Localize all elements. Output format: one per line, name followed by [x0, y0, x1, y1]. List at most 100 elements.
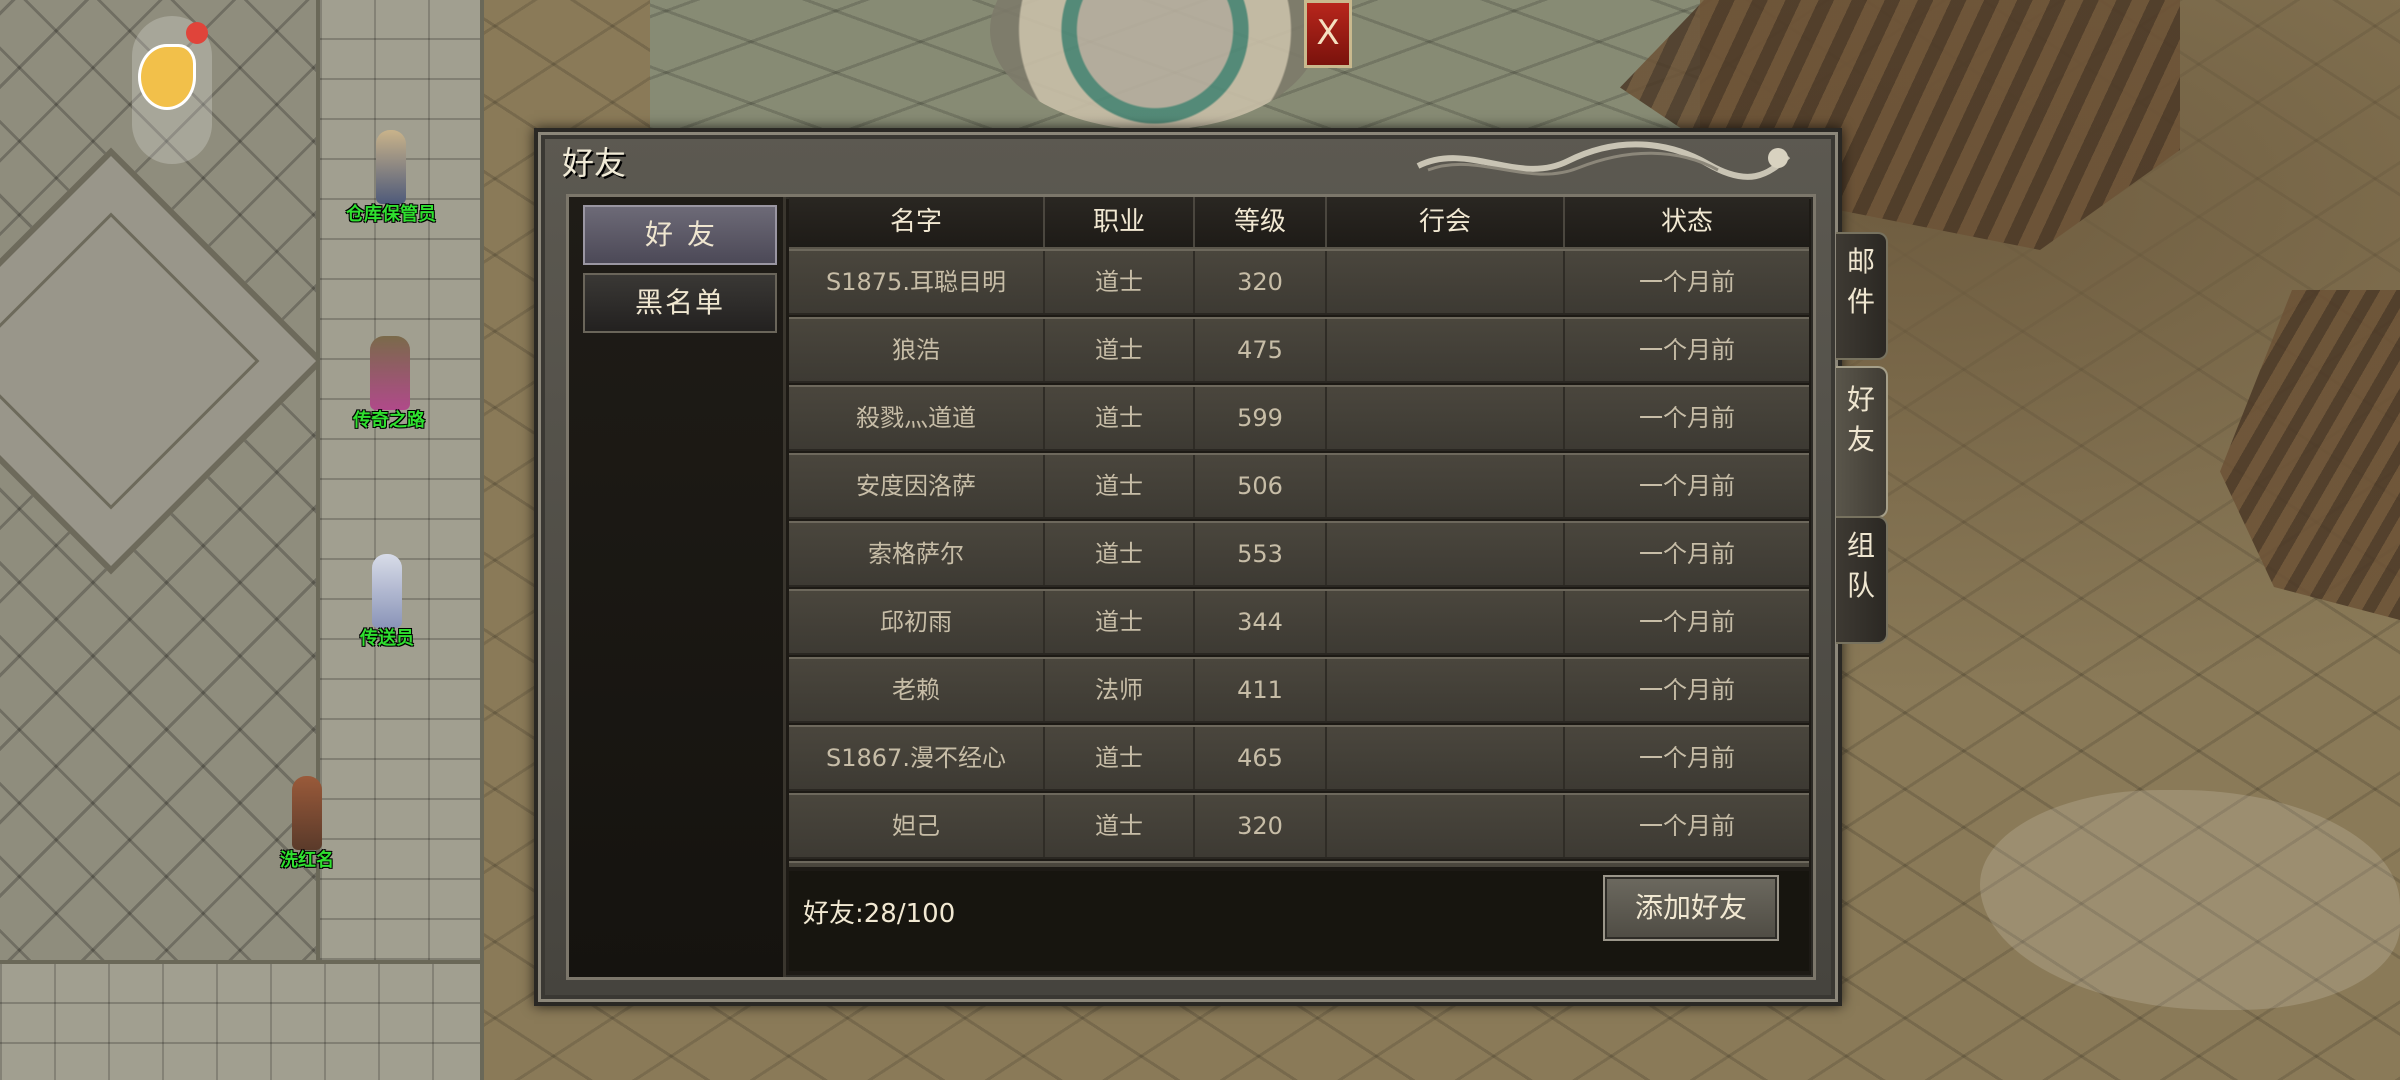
friend-level: 553: [1195, 523, 1327, 585]
dolphin-icon[interactable]: [138, 44, 196, 110]
friend-name: 老赖: [789, 659, 1045, 721]
tab-team-char: 队: [1846, 569, 1875, 602]
friend-level: 506: [1195, 455, 1327, 517]
column-guild: 行会: [1327, 197, 1565, 247]
ground-marking: [1980, 790, 2400, 1010]
table-row[interactable]: S1875.耳聪目明 道士 320 一个月前: [789, 249, 1809, 315]
notification-badge: [186, 22, 208, 44]
column-status: 状态: [1660, 207, 1713, 237]
friend-name: 殺戮灬道道: [789, 387, 1045, 449]
friend-level: 411: [1195, 659, 1327, 721]
add-friend-button[interactable]: 添加好友: [1603, 875, 1779, 941]
friend-level: 475: [1195, 319, 1327, 381]
npc-legend-road[interactable]: 传奇之路: [344, 330, 434, 440]
friend-class: 道士: [1045, 591, 1195, 653]
table-row[interactable]: 索格萨尔 道士 553 一个月前: [789, 521, 1809, 587]
table-row[interactable]: S1867.漫不经心 道士 465 一个月前: [789, 725, 1809, 791]
stone-path-bottom: [0, 960, 480, 1080]
friend-name: 狼浩: [789, 319, 1045, 381]
friend-name: 邱初雨: [789, 591, 1045, 653]
friend-status: 一个月前: [1639, 268, 1735, 296]
friend-class: 道士: [1045, 319, 1195, 381]
column-level: 等级: [1195, 197, 1327, 247]
friend-guild: [1327, 251, 1565, 313]
friend-guild: [1327, 523, 1565, 585]
friend-level: 320: [1195, 251, 1327, 313]
friend-guild: [1327, 659, 1565, 721]
category-blacklist[interactable]: 黑名单: [583, 273, 777, 333]
table-row[interactable]: 安度因洛萨 道士 506 一个月前: [789, 453, 1809, 519]
floor-emblem-inner: [0, 212, 260, 510]
friend-class: 道士: [1045, 523, 1195, 585]
table-row[interactable]: 老赖 法师 411 一个月前: [789, 657, 1809, 723]
friend-guild: [1327, 387, 1565, 449]
npc-sprite: [292, 776, 322, 850]
friend-status: 一个月前: [1639, 404, 1735, 432]
table-row[interactable]: 邱初雨 道士 344 一个月前: [789, 589, 1809, 655]
friend-status: 一个月前: [1639, 812, 1735, 840]
npc-sprite: [370, 336, 410, 410]
friend-level: 465: [1195, 727, 1327, 789]
friend-status: 一个月前: [1639, 676, 1735, 704]
friend-name: 安度因洛萨: [789, 455, 1045, 517]
table-row[interactable]: 妲己 道士 320 一个月前: [789, 793, 1809, 859]
npc-name: 仓库保管员: [346, 204, 436, 225]
tab-team[interactable]: 组 队: [1836, 516, 1888, 644]
category-list: 好友 黑名单: [569, 197, 786, 977]
tab-team-char: 组: [1846, 529, 1875, 562]
npc-sprite: [376, 130, 406, 204]
table-header: 名字 职业 等级 行会 状态: [789, 197, 1809, 249]
friend-level: 344: [1195, 591, 1327, 653]
table-row-partial[interactable]: [789, 861, 1809, 867]
friend-guild: [1327, 319, 1565, 381]
friend-status: 一个月前: [1639, 540, 1735, 568]
tab-mail-char: 邮: [1846, 245, 1875, 278]
npc-name: 传送员: [360, 628, 414, 649]
npc-teleporter[interactable]: 传送员: [342, 548, 432, 658]
friend-class: 道士: [1045, 795, 1195, 857]
tab-friends[interactable]: 好 友: [1836, 366, 1888, 518]
market-stall-right: [2220, 290, 2400, 620]
friend-class: 道士: [1045, 727, 1195, 789]
tab-friends-char: 好: [1846, 383, 1875, 416]
column-name: 名字: [789, 197, 1045, 247]
table-row[interactable]: 殺戮灬道道 道士 599 一个月前: [789, 385, 1809, 451]
friend-level: 599: [1195, 387, 1327, 449]
friend-guild: [1327, 455, 1565, 517]
friend-status: 一个月前: [1639, 472, 1735, 500]
column-class: 职业: [1045, 197, 1195, 247]
friend-count: 好友:28/100: [803, 899, 956, 929]
friend-name: 索格萨尔: [789, 523, 1045, 585]
dragon-ornament-icon: [1416, 141, 1791, 180]
friends-table: 名字 职业 等级 行会 状态 S1875.耳聪目明 道士 320 一个月前 狼浩 道士 47…: [789, 197, 1809, 867]
friend-name: 妲己: [789, 795, 1045, 857]
tab-mail[interactable]: 邮 件: [1836, 232, 1888, 360]
friend-class: 道士: [1045, 455, 1195, 517]
notification-bubble[interactable]: [132, 16, 212, 164]
npc-name: 传奇之路: [353, 410, 425, 431]
friend-status: 一个月前: [1639, 744, 1735, 772]
friend-status: 一个月前: [1639, 608, 1735, 636]
friend-guild: [1327, 727, 1565, 789]
npc-sprite: [372, 554, 402, 628]
friend-class: 道士: [1045, 387, 1195, 449]
npc-name: 洗红名: [280, 850, 334, 871]
tab-mail-char: 件: [1846, 285, 1875, 318]
close-button[interactable]: X: [1304, 0, 1352, 68]
friend-name: S1875.耳聪目明: [789, 251, 1045, 313]
dialog-footer: 好友:28/100 添加好友: [789, 871, 1809, 971]
npc-clear-red-name[interactable]: 洗红名: [262, 770, 352, 880]
friends-dialog: 好友 好友 黑名单 名字 职业 等级 行会 状态 S1875.耳聪目明 道士 3…: [534, 128, 1842, 1006]
game-scene[interactable]: 仓库保管员 传奇之路 传送员 洗红名 好友 好友 黑名单 名字 职业 等级 行会…: [0, 0, 2400, 1080]
friend-level: 320: [1195, 795, 1327, 857]
friend-guild: [1327, 591, 1565, 653]
dialog-titlebar[interactable]: 好友: [538, 132, 1838, 188]
friend-name: S1867.漫不经心: [789, 727, 1045, 789]
friend-guild: [1327, 795, 1565, 857]
npc-warehouse-keeper[interactable]: 仓库保管员: [346, 124, 436, 234]
tab-friends-char: 友: [1846, 423, 1875, 456]
dialog-body: 好友 黑名单 名字 职业 等级 行会 状态 S1875.耳聪目明 道士 320 一个月…: [566, 194, 1816, 980]
friend-class: 道士: [1045, 251, 1195, 313]
category-friends[interactable]: 好友: [583, 205, 777, 265]
table-row[interactable]: 狼浩 道士 475 一个月前: [789, 317, 1809, 383]
